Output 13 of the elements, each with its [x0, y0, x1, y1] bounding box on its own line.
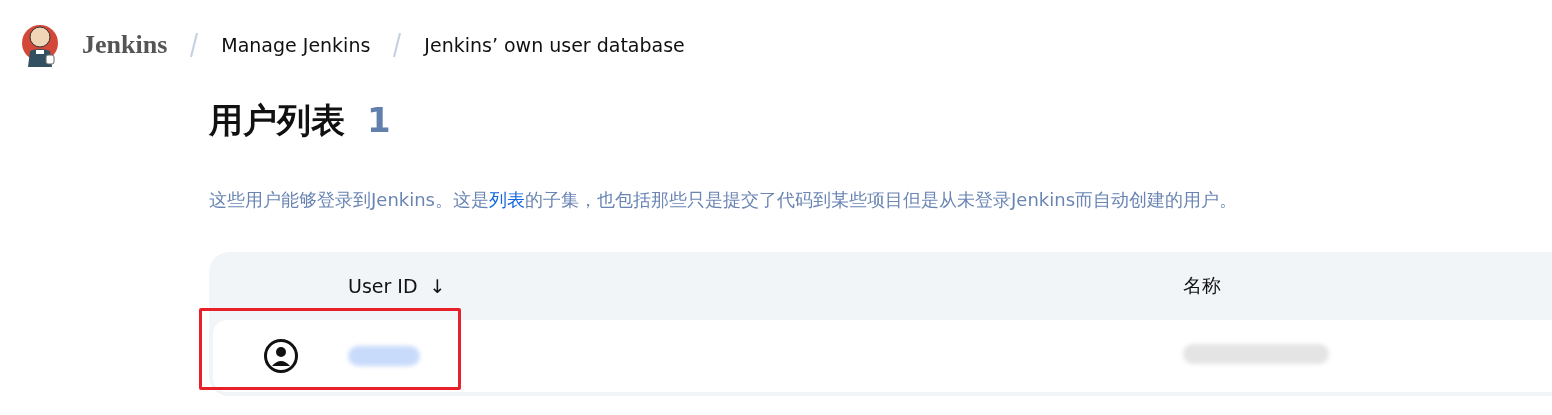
description-text: 这些用户能够登录到Jenkins。这是列表的子集，也包括那些只是提交了代码到某些项目但是从未登录Jenkins而自动创建的用户。 — [209, 188, 1239, 212]
breadcrumb-separator-icon — [392, 31, 403, 59]
breadcrumb-link[interactable]: Manage Jenkins — [221, 34, 371, 56]
column-header[interactable]: 名称 — [1183, 274, 1221, 296]
user-avatar-icon — [262, 338, 299, 374]
page-title: 用户列表 — [209, 99, 345, 142]
breadcrumb-link[interactable]: Jenkins’ own user database — [424, 34, 685, 56]
brand-link[interactable]: Jenkins — [82, 30, 168, 60]
list-link[interactable]: 列表 — [489, 189, 525, 210]
user-count: 1 — [367, 100, 391, 140]
column-header[interactable]: User ID — [348, 275, 418, 297]
sort-arrow[interactable]: ↓ — [429, 275, 446, 297]
breadcrumb-separator-icon — [189, 31, 200, 59]
